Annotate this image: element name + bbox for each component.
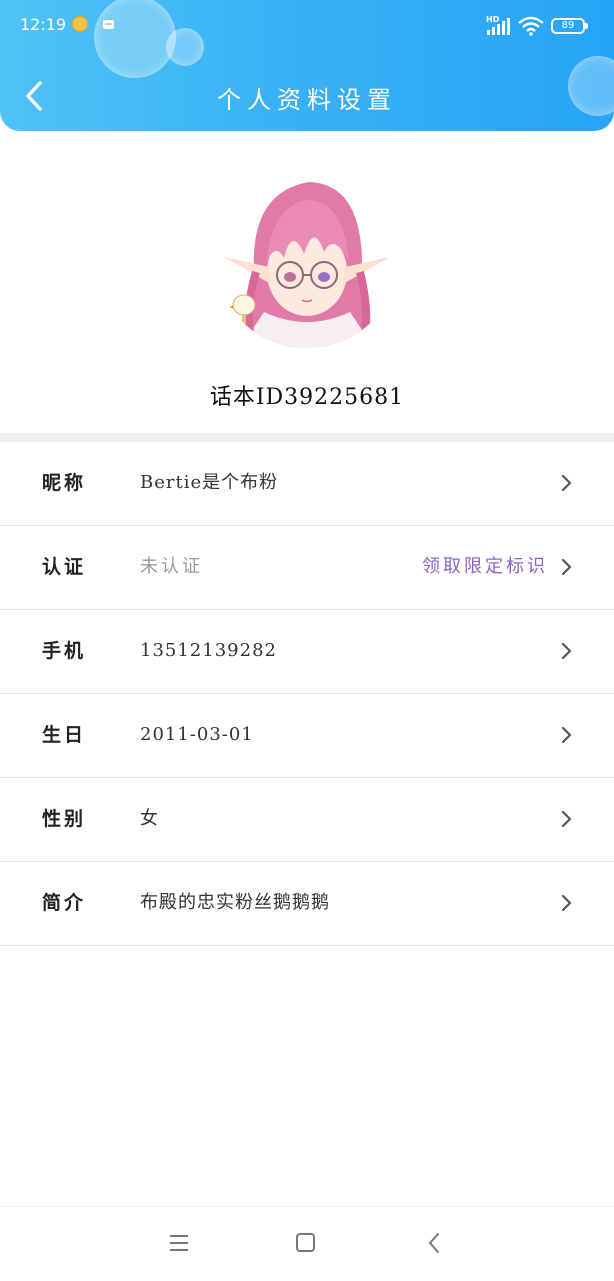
nav-back-button[interactable] <box>420 1229 448 1257</box>
setting-row-birthday[interactable]: 生日 2011-03-01 <box>0 694 614 778</box>
home-icon <box>296 1233 315 1252</box>
setting-row-bio[interactable]: 简介 布殿的忠实粉丝鹅鹅鹅 <box>0 862 614 946</box>
message-notification-icon <box>103 20 114 29</box>
system-nav-bar <box>0 1206 614 1281</box>
chevron-right-icon <box>561 726 572 744</box>
signal-icon <box>487 18 510 35</box>
avatar[interactable] <box>214 162 400 348</box>
setting-label: 手机 <box>42 640 87 662</box>
chevron-right-icon <box>561 474 572 492</box>
bio-value: 布殿的忠实粉丝鹅鹅鹅 <box>140 892 330 913</box>
claim-badge-link[interactable]: 领取限定标识 <box>422 526 548 608</box>
battery-icon: 89 <box>551 18 588 34</box>
decorative-bubble <box>94 0 176 78</box>
settings-list: 昵称 Bertie是个布粉 认证 未认证 领取限定标识 手机 135121392… <box>0 442 614 946</box>
birthday-value: 2011-03-01 <box>140 724 254 745</box>
gender-value: 女 <box>140 808 159 829</box>
verification-status: 未认证 <box>140 556 203 577</box>
setting-label: 简介 <box>42 892 87 914</box>
setting-label: 生日 <box>42 724 87 746</box>
setting-row-gender[interactable]: 性别 女 <box>0 778 614 862</box>
back-icon <box>429 1233 439 1253</box>
section-divider <box>0 433 614 442</box>
profile-section: 话本ID39225681 <box>0 131 614 433</box>
chevron-right-icon <box>561 894 572 912</box>
chevron-right-icon <box>561 642 572 660</box>
chevron-right-icon <box>561 810 572 828</box>
setting-label: 昵称 <box>42 472 87 494</box>
setting-row-verification[interactable]: 认证 未认证 领取限定标识 <box>0 526 614 610</box>
setting-label: 认证 <box>42 556 87 578</box>
setting-row-nickname[interactable]: 昵称 Bertie是个布粉 <box>0 442 614 526</box>
menu-icon <box>170 1235 188 1251</box>
phone-value: 13512139282 <box>140 640 277 661</box>
avatar-image <box>214 162 400 348</box>
nickname-value: Bertie是个布粉 <box>140 472 279 493</box>
page-title: 个人资料设置 <box>217 86 397 114</box>
user-id-label: 话本ID39225681 <box>209 385 405 410</box>
wifi-icon <box>518 16 544 36</box>
chevron-right-icon <box>561 558 572 576</box>
decorative-bubble <box>166 28 204 66</box>
battery-level: 89 <box>561 20 575 31</box>
setting-label: 性别 <box>42 808 87 830</box>
setting-row-phone[interactable]: 手机 13512139282 <box>0 610 614 694</box>
home-button[interactable] <box>292 1229 320 1257</box>
header-bar: 12:19 HD 89 个人资料设置 <box>0 0 614 131</box>
app-notification-icon <box>72 16 88 32</box>
status-time: 12:19 <box>20 15 67 34</box>
menu-button[interactable] <box>165 1229 193 1257</box>
